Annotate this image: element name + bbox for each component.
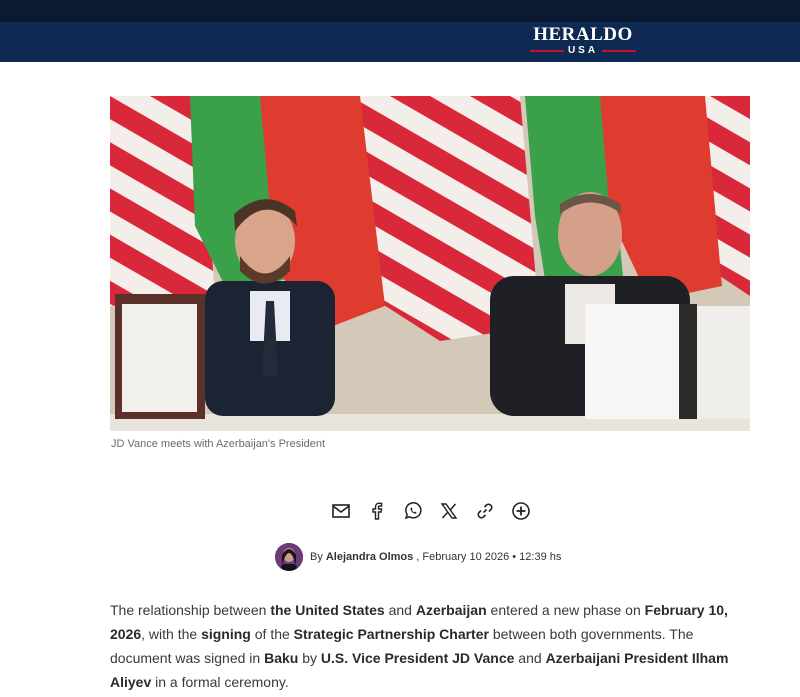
text-bold: the United States: [270, 602, 385, 618]
text-bold: U.S. Vice President JD Vance: [320, 650, 515, 666]
article-paragraph: The relationship between the United Stat…: [110, 598, 750, 694]
byline: By Alejandra Olmos , February 10 2026 • …: [275, 543, 561, 571]
article-photo: [110, 96, 750, 431]
text-run: of the: [250, 626, 294, 642]
x-icon[interactable]: [438, 500, 460, 522]
share-bar: [330, 500, 532, 522]
text-run: The relationship between: [110, 602, 271, 618]
whatsapp-icon[interactable]: [402, 500, 424, 522]
text-bold: signing: [201, 626, 251, 642]
logo-line-left: [529, 49, 564, 52]
top-strip: [0, 0, 800, 22]
text-bold: Strategic Partnership Charter: [293, 626, 489, 642]
text-run: , with the: [141, 626, 202, 642]
text-run: and: [514, 650, 546, 666]
text-run: by: [298, 650, 321, 666]
plus-icon[interactable]: [510, 500, 532, 522]
byline-by: By: [310, 551, 323, 563]
site-logo[interactable]: HERALDO USA: [526, 25, 640, 56]
logo-main-text: HERALDO: [533, 24, 633, 45]
mail-icon[interactable]: [330, 500, 352, 522]
author-name[interactable]: Alejandra Olmos: [326, 551, 413, 563]
logo-sub-text: USA: [567, 45, 599, 56]
facebook-icon[interactable]: [366, 500, 388, 522]
site-header: HERALDO USA: [0, 22, 800, 62]
text-bold: Azerbaijan: [415, 602, 487, 618]
photo-caption: JD Vance meets with Azerbaijan's Preside…: [111, 438, 326, 450]
logo-line-right: [602, 49, 637, 52]
text-run: entered a new phase on: [486, 602, 645, 618]
text-bold: Baku: [264, 650, 299, 666]
text-run: in a formal ceremony.: [151, 674, 289, 690]
byline-date: , February 10 2026 • 12:39 hs: [416, 551, 562, 563]
author-avatar[interactable]: [275, 543, 303, 571]
link-icon[interactable]: [474, 500, 496, 522]
text-run: and: [384, 602, 416, 618]
